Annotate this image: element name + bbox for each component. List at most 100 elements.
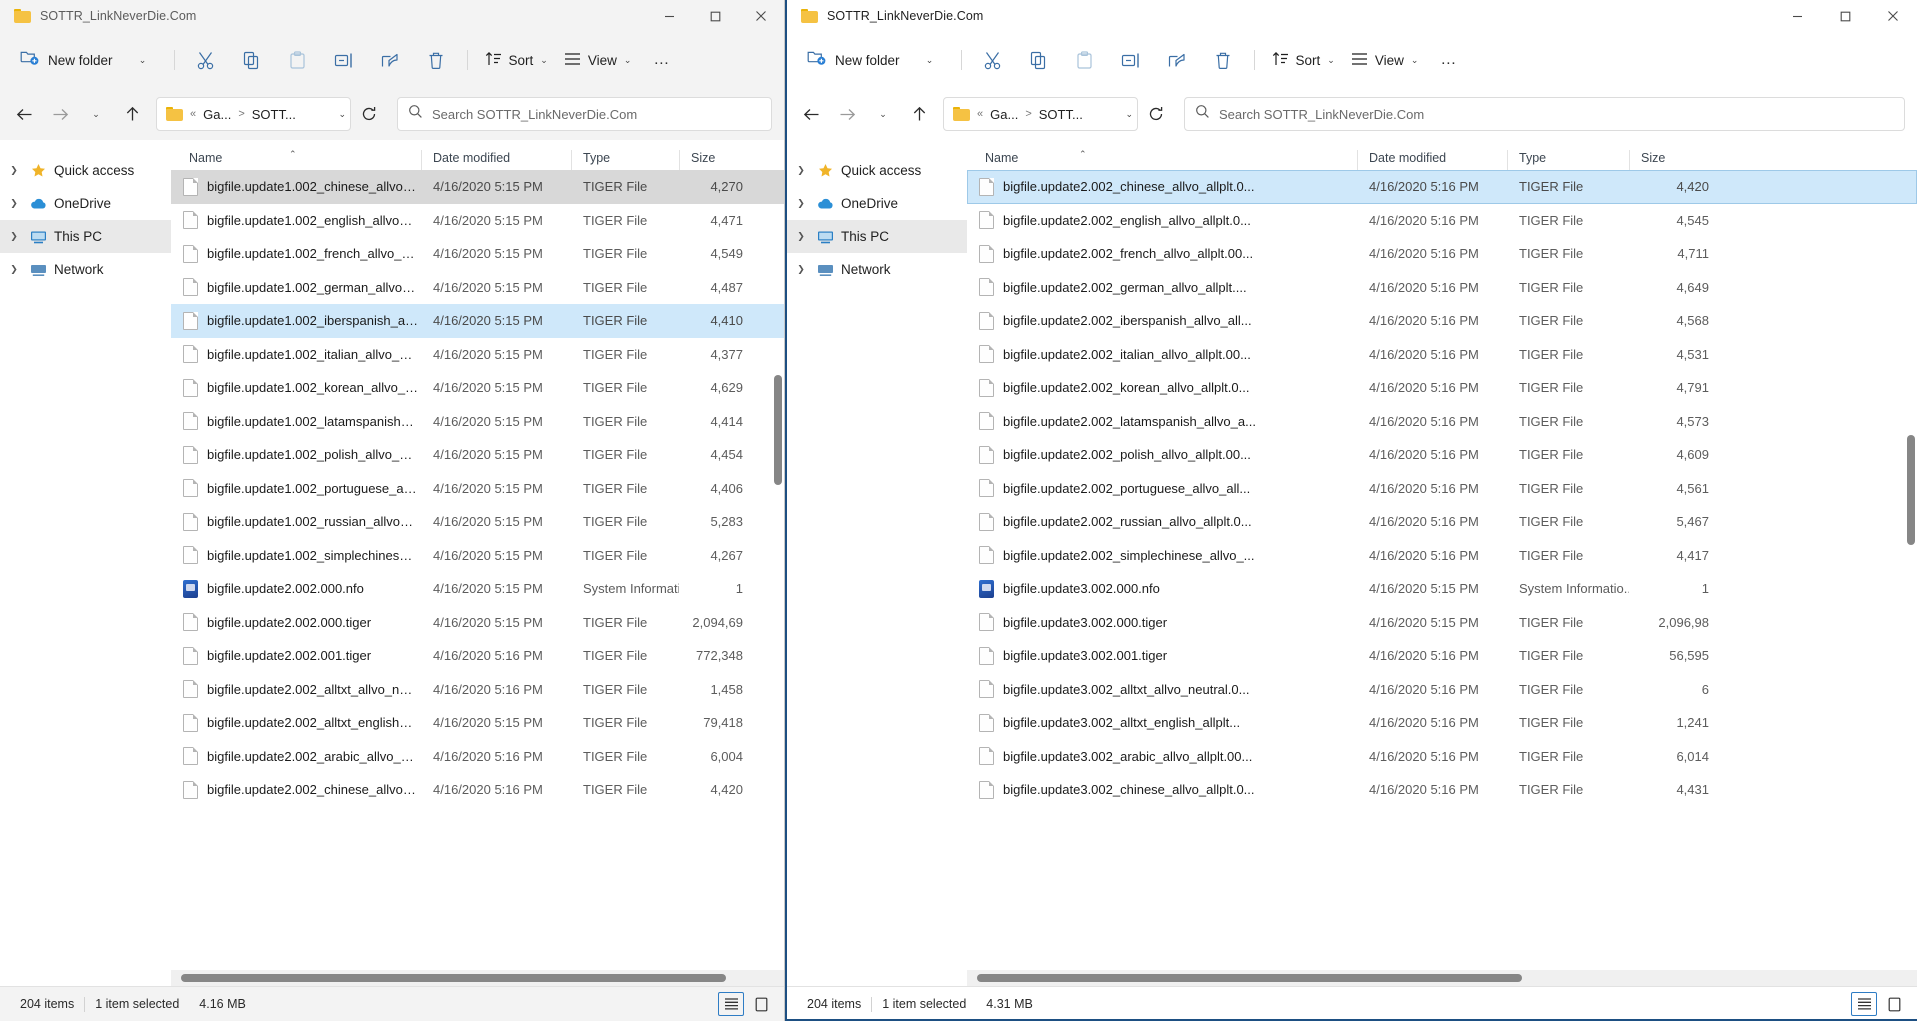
table-row[interactable]: bigfile.update2.002_german_allvo_allplt.… — [967, 271, 1917, 305]
file-name-cell[interactable]: bigfile.update1.002_german_allvo_allplt.… — [171, 278, 421, 296]
table-row[interactable]: bigfile.update2.002_alltxt_english_allpl… — [171, 706, 784, 740]
file-name-cell[interactable]: bigfile.update1.002_english_allvo_allplt… — [171, 211, 421, 229]
column-header-size[interactable]: Size — [679, 151, 749, 165]
recent-locations-chevron-down-icon[interactable]: ⌄ — [78, 97, 114, 131]
file-name-cell[interactable]: bigfile.update1.002_korean_allvo_allplt.… — [171, 379, 421, 397]
file-name-cell[interactable]: bigfile.update2.002_alltxt_allvo_neutral… — [171, 680, 421, 698]
close-button[interactable] — [738, 0, 784, 32]
file-name-cell[interactable]: bigfile.update2.002_latamspanish_allvo_a… — [967, 412, 1357, 430]
table-row[interactable]: bigfile.update2.002_latamspanish_allvo_a… — [967, 405, 1917, 439]
rename-button[interactable] — [1109, 43, 1153, 77]
table-row[interactable]: bigfile.update2.002_chinese_allvo_allplt… — [171, 773, 784, 807]
file-name-cell[interactable]: bigfile.update1.002_chinese_allvo_allplt… — [171, 178, 421, 196]
copy-button[interactable] — [230, 43, 274, 77]
search-box[interactable]: Search SOTTR_LinkNeverDie.Com — [397, 97, 772, 131]
file-name-cell[interactable]: bigfile.update3.002_arabic_allvo_allplt.… — [967, 747, 1357, 765]
minimize-button[interactable] — [1773, 0, 1821, 32]
vertical-scrollbar-thumb[interactable] — [1907, 435, 1915, 545]
sidebar-item-network[interactable]: ❯Network — [0, 253, 171, 286]
chevron-right-icon[interactable]: ❯ — [6, 165, 22, 176]
search-input[interactable]: Search SOTTR_LinkNeverDie.Com — [1219, 107, 1424, 122]
more-options-button[interactable]: … — [1426, 43, 1470, 77]
column-header-name[interactable]: Name⌃ — [967, 151, 1357, 165]
table-row[interactable]: bigfile.update2.002_russian_allvo_allplt… — [967, 505, 1917, 539]
table-row[interactable]: bigfile.update1.002_simplechinese_allvo_… — [171, 539, 784, 573]
sort-button[interactable]: Sort⌄ — [1264, 43, 1341, 77]
file-name-cell[interactable]: bigfile.update2.002_portuguese_allvo_all… — [967, 479, 1357, 497]
breadcrumb-overflow[interactable]: « — [190, 108, 196, 120]
sidebar-item-onedrive[interactable]: ❯OneDrive — [787, 187, 967, 220]
table-row[interactable]: bigfile.update1.002_korean_allvo_allplt.… — [171, 371, 784, 405]
table-row[interactable]: bigfile.update3.002.001.tiger4/16/2020 5… — [967, 639, 1917, 673]
file-name-cell[interactable]: bigfile.update2.002_alltxt_english_allpl… — [171, 714, 421, 732]
cut-button[interactable] — [184, 43, 228, 77]
file-name-cell[interactable]: bigfile.update1.002_polish_allvo_allplt.… — [171, 446, 421, 464]
table-row[interactable]: bigfile.update1.002_german_allvo_allplt.… — [171, 271, 784, 305]
sidebar-item-network[interactable]: ❯Network — [787, 253, 967, 286]
details-view-button[interactable] — [718, 992, 744, 1016]
breadcrumb-chevron-down-icon[interactable]: ⌄ — [1125, 110, 1133, 119]
more-options-button[interactable]: … — [639, 43, 683, 77]
up-button[interactable] — [901, 97, 937, 131]
horizontal-scrollbar[interactable] — [171, 970, 784, 986]
table-row[interactable]: bigfile.update3.002_arabic_allvo_allplt.… — [967, 740, 1917, 774]
table-row[interactable]: bigfile.update1.002_iberspanish_allvo_al… — [171, 304, 784, 338]
search-box[interactable]: Search SOTTR_LinkNeverDie.Com — [1184, 97, 1905, 131]
table-row[interactable]: bigfile.update2.002_english_allvo_allplt… — [967, 204, 1917, 238]
address-breadcrumb-box[interactable]: «Ga...>SOTT...⌄ — [943, 97, 1138, 131]
sidebar-item-quick-access[interactable]: ❯Quick access — [787, 154, 967, 187]
table-row[interactable]: bigfile.update2.002_polish_allvo_allplt.… — [967, 438, 1917, 472]
back-button[interactable] — [793, 97, 829, 131]
file-name-cell[interactable]: bigfile.update2.002.001.tiger — [171, 647, 421, 665]
delete-button[interactable] — [1201, 43, 1245, 77]
recent-locations-chevron-down-icon[interactable]: ⌄ — [865, 97, 901, 131]
rename-button[interactable] — [322, 43, 366, 77]
table-row[interactable]: bigfile.update1.002_polish_allvo_allplt.… — [171, 438, 784, 472]
refresh-button[interactable] — [1138, 97, 1174, 131]
forward-button[interactable] — [42, 97, 78, 131]
breadcrumb-chevron-down-icon[interactable]: ⌄ — [338, 110, 346, 119]
horizontal-scrollbar-thumb[interactable] — [181, 974, 726, 982]
file-name-cell[interactable]: bigfile.update2.002_russian_allvo_allplt… — [967, 513, 1357, 531]
file-name-cell[interactable]: bigfile.update3.002_alltxt_english_allpl… — [967, 714, 1357, 732]
horizontal-scrollbar-track[interactable] — [967, 970, 1917, 986]
file-name-cell[interactable]: bigfile.update2.002.000.tiger — [171, 613, 421, 631]
file-name-cell[interactable]: bigfile.update3.002.000.nfo — [967, 580, 1357, 598]
chevron-right-icon[interactable]: ❯ — [793, 264, 809, 275]
file-name-cell[interactable]: bigfile.update1.002_latamspanish_allvo_a… — [171, 412, 421, 430]
horizontal-scrollbar-thumb[interactable] — [977, 974, 1522, 982]
search-input[interactable]: Search SOTTR_LinkNeverDie.Com — [432, 107, 637, 122]
file-name-cell[interactable]: bigfile.update1.002_french_allvo_allplt.… — [171, 245, 421, 263]
chevron-right-icon[interactable]: ❯ — [793, 165, 809, 176]
file-name-cell[interactable]: bigfile.update2.002_polish_allvo_allplt.… — [967, 446, 1357, 464]
table-row[interactable]: bigfile.update2.002_chinese_allvo_allplt… — [967, 170, 1917, 204]
new-folder-chevron-down-icon[interactable]: ⌄ — [908, 43, 952, 77]
file-name-cell[interactable]: bigfile.update3.002_alltxt_allvo_neutral… — [967, 680, 1357, 698]
table-row[interactable]: bigfile.update2.002_iberspanish_allvo_al… — [967, 304, 1917, 338]
new-folder-chevron-down-icon[interactable]: ⌄ — [121, 43, 165, 77]
maximize-button[interactable] — [1821, 0, 1869, 32]
chevron-right-icon[interactable]: ❯ — [793, 231, 809, 242]
file-name-cell[interactable]: bigfile.update2.002_chinese_allvo_allplt… — [171, 781, 421, 799]
maximize-button[interactable] — [692, 0, 738, 32]
file-name-cell[interactable]: bigfile.update1.002_portuguese_allvo_all… — [171, 479, 421, 497]
table-row[interactable]: bigfile.update1.002_french_allvo_allplt.… — [171, 237, 784, 271]
vertical-scrollbar[interactable] — [1907, 170, 1915, 970]
table-row[interactable]: bigfile.update1.002_russian_allvo_allplt… — [171, 505, 784, 539]
table-row[interactable]: bigfile.update3.002_alltxt_english_allpl… — [967, 706, 1917, 740]
file-name-cell[interactable]: bigfile.update1.002_simplechinese_allvo_… — [171, 546, 421, 564]
back-button[interactable] — [6, 97, 42, 131]
large-icons-view-button[interactable] — [1881, 992, 1907, 1016]
cut-button[interactable] — [971, 43, 1015, 77]
table-row[interactable]: bigfile.update1.002_english_allvo_allplt… — [171, 204, 784, 238]
table-row[interactable]: bigfile.update1.002_italian_allvo_allplt… — [171, 338, 784, 372]
file-name-cell[interactable]: bigfile.update2.002_french_allvo_allplt.… — [967, 245, 1357, 263]
new-folder-button[interactable]: New folder — [799, 43, 906, 77]
table-row[interactable]: bigfile.update2.002_french_allvo_allplt.… — [967, 237, 1917, 271]
table-row[interactable]: bigfile.update2.002_alltxt_allvo_neutral… — [171, 673, 784, 707]
breadcrumb-item-1[interactable]: Ga... — [203, 107, 231, 122]
table-row[interactable]: bigfile.update2.002_italian_allvo_allplt… — [967, 338, 1917, 372]
column-header-type[interactable]: Type — [571, 151, 679, 165]
table-row[interactable]: bigfile.update1.002_chinese_allvo_allplt… — [171, 170, 784, 204]
file-name-cell[interactable]: bigfile.update1.002_russian_allvo_allplt… — [171, 513, 421, 531]
